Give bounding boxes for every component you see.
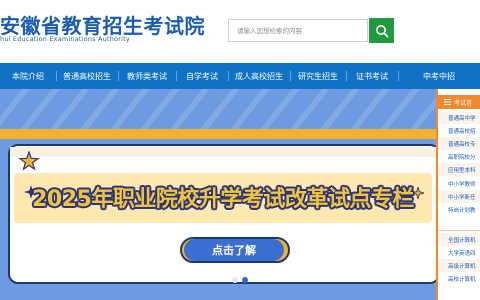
side-link[interactable]: 高职院校分 bbox=[438, 150, 480, 163]
nav-item-certificate-exam[interactable]: 证书考试 bbox=[346, 63, 398, 89]
side-link[interactable]: 中小学新任 bbox=[438, 190, 480, 203]
nav-item-graduate-admission[interactable]: 研究生招生 bbox=[290, 63, 346, 89]
side-link[interactable]: 全国计算机 bbox=[438, 233, 480, 246]
side-link[interactable]: 大学英语四 bbox=[438, 246, 480, 259]
search-box bbox=[228, 19, 368, 42]
side-link[interactable]: 普通高校招 bbox=[438, 124, 480, 137]
nav-item-teacher-exam[interactable]: 教师类考试 bbox=[118, 63, 176, 89]
nav-item-about[interactable]: 本院介绍 bbox=[0, 63, 56, 89]
search-icon bbox=[375, 24, 388, 37]
star-icon bbox=[18, 151, 40, 171]
banner-yellow-band bbox=[0, 129, 436, 139]
side-link[interactable]: 高级计算机 bbox=[438, 259, 480, 272]
side-link[interactable]: 普通高中学 bbox=[438, 111, 480, 124]
site-header: 安徽省教育招生考试院 hui Education Examinations Au… bbox=[0, 0, 480, 64]
side-panel-header: 考试咨 bbox=[438, 95, 480, 109]
carousel-dot[interactable] bbox=[232, 277, 238, 283]
main-nav: 本院介绍 普通高校招生 教师类考试 自学考试 成人高校招生 研究生招生 证书考试… bbox=[0, 63, 480, 89]
banner-panel-strip bbox=[10, 147, 436, 157]
nav-item-college-admission[interactable]: 普通高校招生 bbox=[56, 63, 118, 89]
carousel-dot-active[interactable] bbox=[242, 277, 248, 283]
side-panel-title: 考试咨 bbox=[454, 99, 473, 107]
site-subtitle: hui Education Examinations Authority bbox=[0, 35, 130, 43]
side-link[interactable]: 特岗计划教 bbox=[438, 203, 480, 216]
search-button[interactable] bbox=[369, 18, 394, 43]
side-divider bbox=[438, 230, 480, 231]
promo-banner[interactable]: 2025年职业院校升学考试改革试点专栏 点击了解 bbox=[0, 89, 436, 300]
side-link[interactable]: 普通高校专 bbox=[438, 137, 480, 150]
exam-consult-panel: 考试咨 普通高中学 普通高校招 普通高校专 高职院校分 应用型本科 中小学教师 … bbox=[436, 89, 480, 300]
learn-more-button[interactable]: 点击了解 bbox=[184, 239, 284, 261]
search-input[interactable] bbox=[237, 26, 367, 35]
side-link[interactable]: 应用型本科 bbox=[438, 163, 480, 176]
side-link[interactable]: 中小学教师 bbox=[438, 177, 480, 190]
banner-headline: 2025年职业院校升学考试改革试点专栏 bbox=[32, 187, 414, 212]
nav-item-adult-admission[interactable]: 成人高校招生 bbox=[228, 63, 290, 89]
nav-item-high-school-entrance[interactable]: 中考中招 bbox=[398, 63, 480, 89]
banner-stripes bbox=[0, 89, 436, 129]
nav-item-self-study-exam[interactable]: 自学考试 bbox=[176, 63, 228, 89]
menu-icon bbox=[444, 99, 451, 105]
side-link[interactable]: 高校计算机 bbox=[438, 272, 480, 285]
